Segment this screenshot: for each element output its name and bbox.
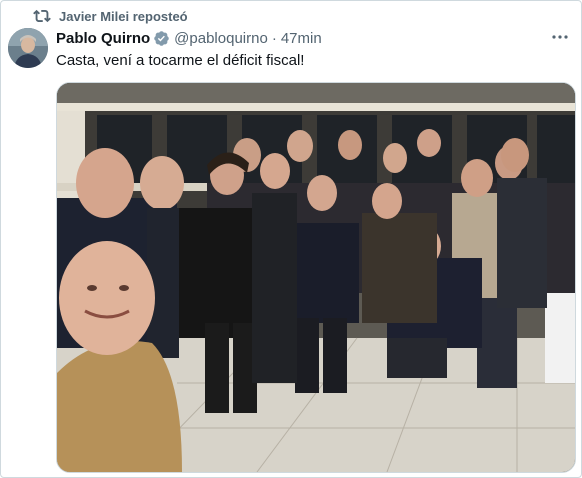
header-separator: · (271, 29, 277, 47)
more-options-icon[interactable] (551, 30, 569, 44)
repost-icon (33, 9, 51, 23)
verified-badge-icon (154, 30, 169, 46)
repost-label[interactable]: Javier Milei reposteó (59, 9, 188, 24)
tweet-timestamp[interactable]: 47min (281, 30, 322, 47)
tweet-header: Pablo Quirno @pabloquirno · 47min (56, 29, 322, 47)
repost-indicator: Javier Milei reposteó (33, 7, 188, 25)
author-avatar[interactable] (8, 28, 48, 68)
tweet-photo[interactable] (56, 82, 576, 473)
author-handle[interactable]: @pabloquirno (174, 30, 268, 47)
tweet-text: Casta, vení a tocarme el déficit fiscal! (56, 52, 305, 69)
tweet-card[interactable]: Javier Milei reposteó Pablo Quirno @pabl… (0, 0, 582, 478)
author-name[interactable]: Pablo Quirno (56, 30, 150, 47)
